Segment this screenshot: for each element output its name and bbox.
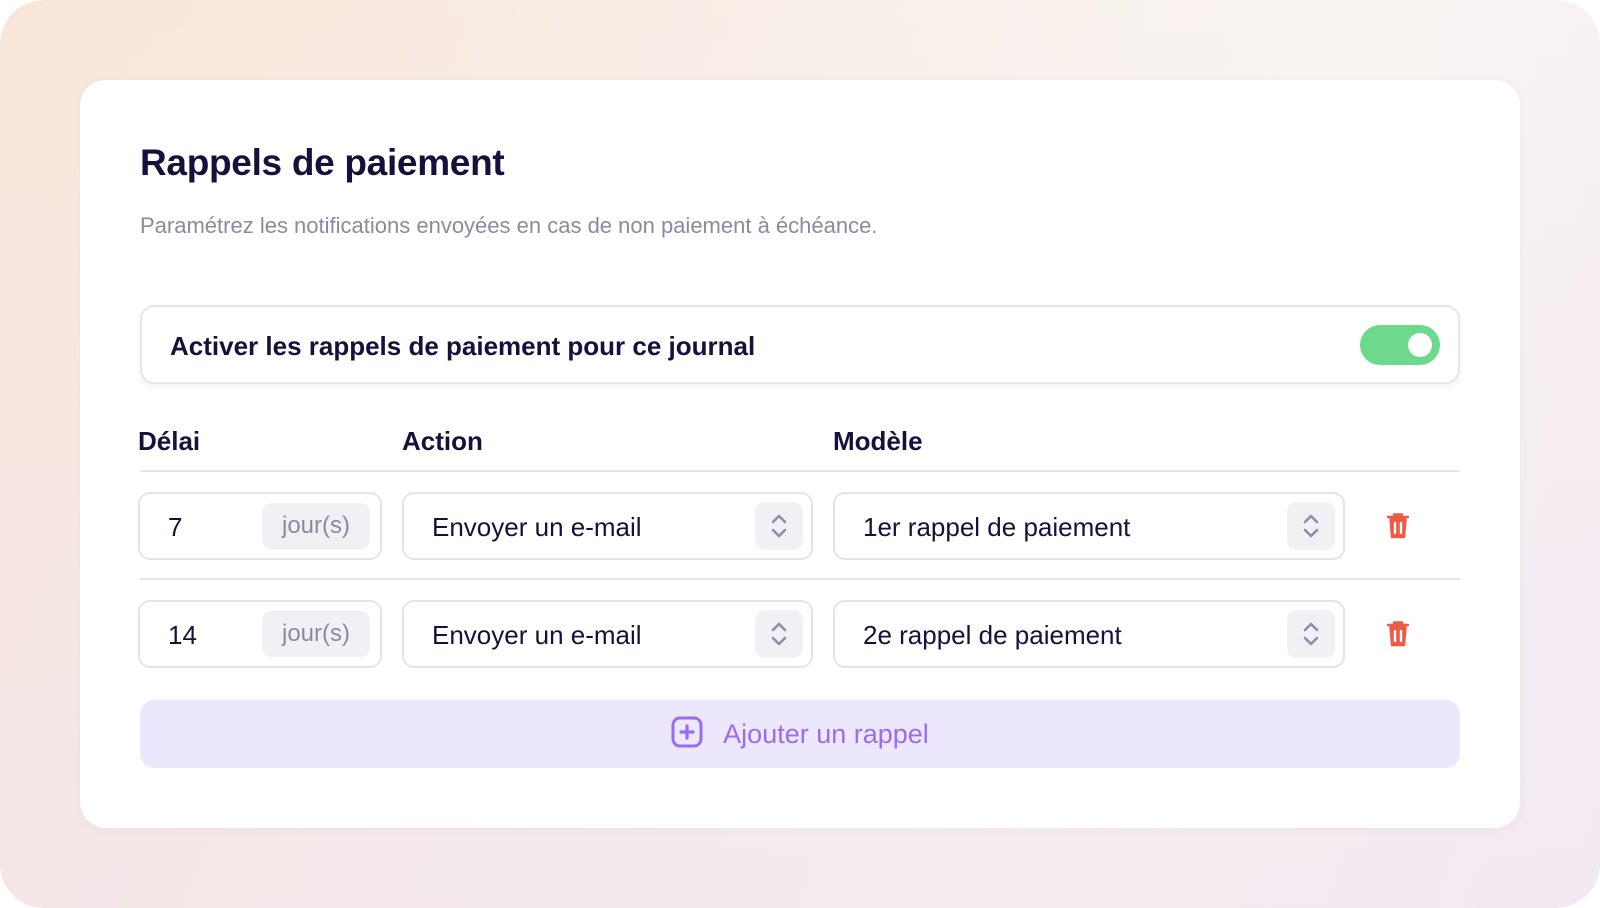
row-divider xyxy=(140,578,1460,580)
action-select[interactable]: Envoyer un e-mail xyxy=(402,600,813,668)
chevron-up-down-icon xyxy=(1287,502,1335,550)
add-reminder-label: Ajouter un rappel xyxy=(723,718,929,749)
action-value: Envoyer un e-mail xyxy=(432,620,642,650)
delay-input[interactable]: 7 jour(s) xyxy=(138,492,382,560)
header-divider xyxy=(140,470,1460,472)
page-title: Rappels de paiement xyxy=(140,142,505,183)
chevron-up-down-icon xyxy=(755,610,803,658)
column-header-delay: Délai xyxy=(138,426,201,456)
page-subtitle: Paramétrez les notifications envoyées en… xyxy=(140,213,878,238)
delay-value: 14 xyxy=(168,620,197,650)
column-header-action: Action xyxy=(402,426,483,456)
delay-unit: jour(s) xyxy=(262,611,370,657)
payment-reminders-card: Rappels de paiement Paramétrez les notif… xyxy=(80,80,1520,828)
action-value: Envoyer un e-mail xyxy=(432,512,642,542)
template-value: 1er rappel de paiement xyxy=(863,512,1131,542)
enable-reminders-panel: Activer les rappels de paiement pour ce … xyxy=(140,305,1460,384)
plus-square-icon xyxy=(671,716,703,753)
delay-input[interactable]: 14 jour(s) xyxy=(138,600,382,668)
add-reminder-button[interactable]: Ajouter un rappel xyxy=(140,700,1460,768)
trash-icon[interactable] xyxy=(1386,512,1410,540)
enable-reminders-label: Activer les rappels de paiement pour ce … xyxy=(170,331,756,361)
column-header-template: Modèle xyxy=(833,426,923,456)
template-select[interactable]: 1er rappel de paiement xyxy=(833,492,1345,560)
chevron-up-down-icon xyxy=(755,502,803,550)
delay-value: 7 xyxy=(168,512,183,542)
delay-unit: jour(s) xyxy=(262,503,370,549)
enable-reminders-toggle[interactable] xyxy=(1360,325,1440,365)
template-value: 2e rappel de paiement xyxy=(863,620,1122,650)
action-select[interactable]: Envoyer un e-mail xyxy=(402,492,813,560)
toggle-knob xyxy=(1408,333,1432,357)
template-select[interactable]: 2e rappel de paiement xyxy=(833,600,1345,668)
trash-icon[interactable] xyxy=(1386,620,1410,648)
chevron-up-down-icon xyxy=(1287,610,1335,658)
